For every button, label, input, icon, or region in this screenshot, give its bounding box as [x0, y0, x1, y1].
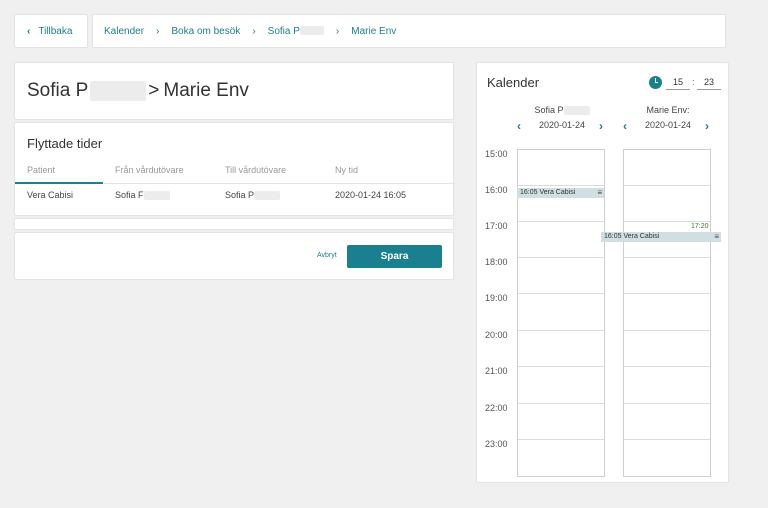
calendar-panel: Kalender : Sofia P 2020-01-24 ‹ › Marie …: [476, 62, 729, 483]
chevron-left-icon[interactable]: ‹: [517, 119, 521, 133]
column-date-sofia: 2020-01-24: [538, 120, 586, 130]
event-label: 16:05 Vera Cabisi: [604, 233, 660, 240]
hour-label: 18:00: [485, 257, 508, 267]
hour-gridline: [518, 293, 604, 294]
hour-gridline: [624, 330, 710, 331]
page-title: Sofia P > Marie Env: [14, 62, 454, 120]
event-vera-marie[interactable]: 16:05 Vera Cabisi ≡: [601, 232, 721, 242]
hour-label: 17:00: [485, 221, 508, 231]
cancel-button[interactable]: Avbryt: [317, 252, 337, 259]
chevron-right-icon[interactable]: ›: [705, 119, 709, 133]
chevron-right-icon: ›: [335, 25, 340, 37]
time-marker-label: 17:20: [691, 223, 709, 230]
hour-label: 16:00: [485, 185, 508, 195]
hour-gridline: [624, 403, 710, 404]
spacer-card: [14, 218, 454, 230]
menu-icon[interactable]: ≡: [714, 232, 719, 242]
breadcrumb-item-boka-om[interactable]: Boka om besök: [171, 26, 240, 37]
hour-gridline: [624, 366, 710, 367]
redaction: [143, 191, 170, 201]
column-date-marie: 2020-01-24: [644, 120, 692, 130]
hour-gridline: [518, 403, 604, 404]
hour-gridline: [624, 257, 710, 258]
hour-gridline: [518, 330, 604, 331]
back-label: Tillbaka: [38, 25, 73, 37]
event-label: 16:05 Vera Cabisi: [520, 189, 576, 196]
hour-gridline: [624, 221, 710, 222]
column-header-to: Till vårdutövare: [225, 165, 287, 175]
moved-times-title: Flyttade tider: [27, 136, 103, 151]
chevron-right-icon: ›: [156, 25, 160, 37]
column-header-new-time: Ny tid: [335, 165, 359, 175]
hour-gridline: [518, 439, 604, 440]
cell-from-text: Sofia F: [115, 190, 144, 200]
hour-label: 21:00: [485, 366, 508, 376]
chevron-right-icon: ›: [252, 25, 256, 37]
cell-to: Sofia P: [225, 190, 281, 201]
tab-patient[interactable]: Patient: [27, 165, 55, 175]
hour-gridline: [518, 257, 604, 258]
breadcrumb-from-label: Sofia P: [267, 25, 300, 37]
column-name-marie: Marie Env:: [646, 105, 690, 115]
hour-label: 15:00: [485, 149, 508, 159]
redaction: [254, 191, 281, 201]
event-vera-sofia[interactable]: 16:05 Vera Cabisi ≡: [517, 188, 604, 198]
hour-label: 20:00: [485, 330, 508, 340]
redaction: [90, 81, 147, 101]
title-to-name: Marie Env: [163, 80, 249, 101]
column-header-from: Från vårdutövare: [115, 165, 184, 175]
calendar-title: Kalender: [487, 75, 540, 90]
chevron-left-icon[interactable]: ‹: [623, 119, 627, 133]
hour-gridline: [624, 439, 710, 440]
save-button[interactable]: Spara: [347, 245, 442, 268]
day-column-sofia[interactable]: [517, 149, 605, 477]
column-name-sofia-text: Sofia P: [534, 105, 564, 115]
title-separator: >: [148, 80, 160, 101]
minute-input[interactable]: [697, 74, 721, 90]
hour-gridline: [624, 185, 710, 186]
cell-patient: Vera Cabisi: [27, 190, 74, 200]
chevron-left-icon: ‹: [27, 25, 31, 37]
back-link[interactable]: ‹ Tillbaka: [14, 14, 88, 48]
breadcrumb-item-kalender[interactable]: Kalender: [104, 26, 144, 37]
column-name-sofia: Sofia P: [517, 105, 607, 116]
hour-label: 23:00: [485, 439, 508, 449]
cell-from: Sofia F: [115, 190, 170, 201]
breadcrumb-item-from[interactable]: Sofia P: [268, 26, 324, 37]
hour-gridline: [624, 293, 710, 294]
title-from-name: Sofia P: [27, 80, 89, 101]
breadcrumb: Kalender › Boka om besök › Sofia P › Mar…: [92, 14, 726, 48]
hour-label: 19:00: [485, 293, 508, 303]
moved-times-card: Flyttade tider Patient Från vårdutövare …: [14, 122, 455, 216]
redaction: [563, 106, 590, 116]
menu-icon[interactable]: ≡: [597, 188, 602, 198]
breadcrumb-item-to[interactable]: Marie Env: [351, 26, 396, 37]
active-tab-indicator: [15, 182, 103, 184]
action-bar: Avbryt Spara: [14, 232, 454, 280]
hour-gridline: [518, 185, 604, 186]
time-colon: :: [692, 77, 695, 87]
cell-new-time: 2020-01-24 16:05: [335, 190, 407, 200]
hour-input[interactable]: [666, 74, 690, 90]
hour-gridline: [518, 221, 604, 222]
clock-icon: [649, 76, 662, 89]
chevron-right-icon[interactable]: ›: [599, 119, 603, 133]
cell-to-text: Sofia P: [225, 190, 255, 200]
hour-label: 22:00: [485, 403, 508, 413]
hour-gridline: [518, 366, 604, 367]
redaction: [299, 26, 324, 36]
day-column-marie[interactable]: [623, 149, 711, 477]
